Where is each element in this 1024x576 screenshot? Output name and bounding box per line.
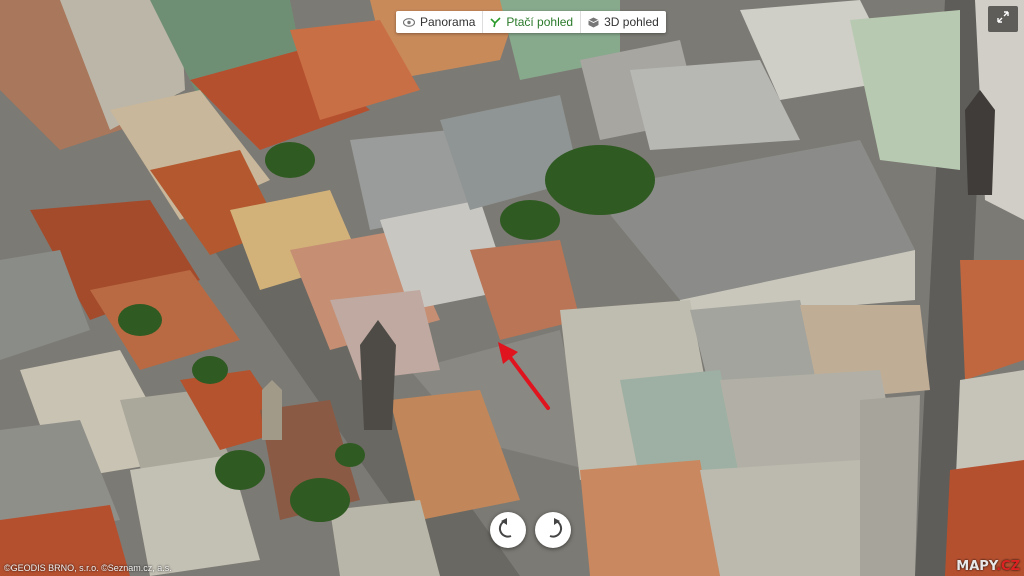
expand-icon: [997, 10, 1009, 28]
logo-prefix: MAPY: [956, 559, 997, 574]
view-mode-panorama-label: Panorama: [420, 15, 476, 29]
logo-suffix: .CZ: [996, 559, 1020, 574]
rotate-left-icon: [498, 517, 518, 544]
aerial-map-view[interactable]: [0, 0, 1024, 576]
map-copyright: ©GEODIS BRNO, s.r.o. ©Seznam.cz, a.s.: [4, 563, 172, 573]
bird-icon: [490, 16, 501, 28]
rotate-left-button[interactable]: [490, 512, 526, 548]
mapy-logo[interactable]: MAPY.CZ: [956, 559, 1020, 574]
view-mode-3d[interactable]: 3D pohled: [581, 11, 666, 33]
view-mode-panorama[interactable]: Panorama: [396, 11, 484, 33]
view-mode-switcher: Panorama Ptačí pohled 3D pohled: [396, 11, 666, 33]
view-mode-birds-eye-label: Ptačí pohled: [506, 15, 574, 29]
eye-icon: [403, 17, 415, 27]
rotate-right-button[interactable]: [535, 512, 571, 548]
view-mode-3d-label: 3D pohled: [604, 15, 659, 29]
view-mode-birds-eye[interactable]: Ptačí pohled: [483, 11, 582, 33]
rotate-right-icon: [543, 517, 563, 544]
fullscreen-button[interactable]: [988, 6, 1018, 32]
cube-icon: [588, 17, 599, 28]
